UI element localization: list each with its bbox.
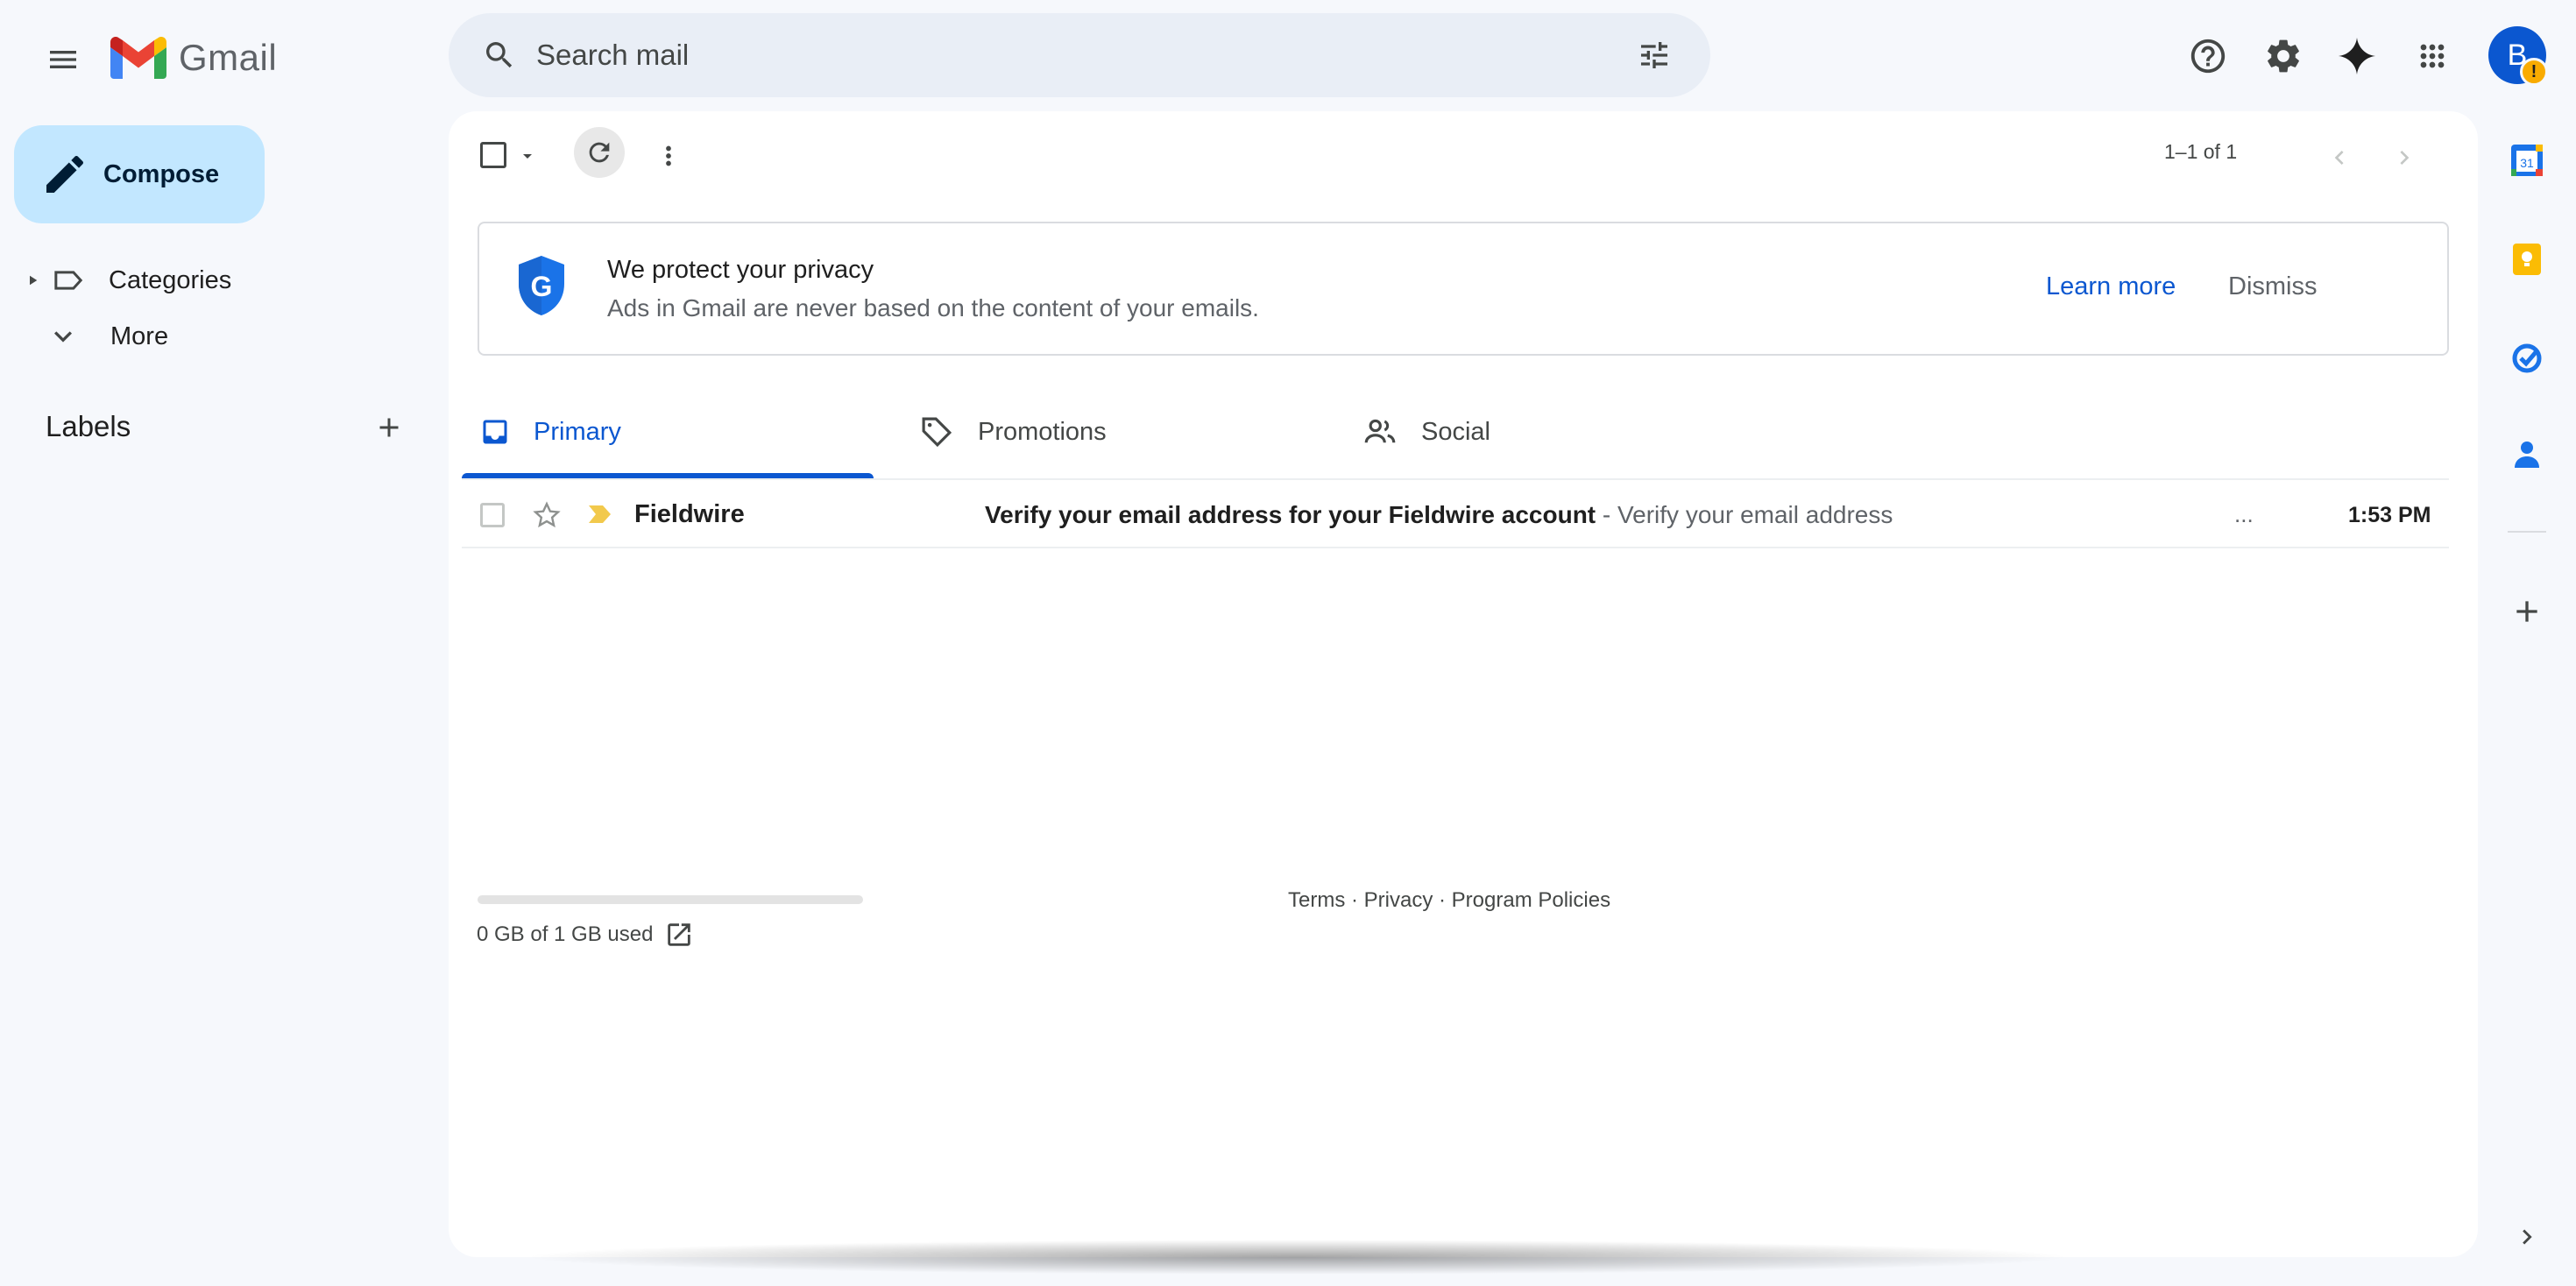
keep-icon <box>2513 244 2541 275</box>
settings-button[interactable] <box>2252 25 2315 88</box>
tab-label: Primary <box>534 417 621 446</box>
tab-label: Promotions <box>978 417 1107 446</box>
email-snippet-ellipsis: ... <box>2234 501 2254 527</box>
sidebar-item-label: Categories <box>109 265 232 294</box>
google-shield-icon: G <box>519 256 564 315</box>
tag-icon <box>922 417 952 448</box>
get-addons-button[interactable] <box>2502 587 2551 636</box>
more-actions-button[interactable] <box>644 131 693 180</box>
select-all-checkbox[interactable] <box>480 142 506 168</box>
more-vert-icon <box>666 145 671 166</box>
learn-more-link[interactable]: Learn more <box>2046 272 2176 301</box>
labels-heading: Labels <box>46 410 131 442</box>
sidebar-item-categories[interactable]: Categories <box>0 252 438 308</box>
app-name: Gmail <box>179 37 278 78</box>
search-bar[interactable]: Search mail <box>449 13 1710 97</box>
calendar-day: 31 <box>2520 156 2534 170</box>
tab-primary[interactable]: Primary <box>462 385 874 478</box>
open-in-new-icon[interactable] <box>664 920 694 950</box>
storage-progress-bar <box>478 895 863 904</box>
help-icon <box>2190 39 2226 74</box>
search-input[interactable]: Search mail <box>536 39 1623 72</box>
older-button[interactable] <box>2380 133 2429 182</box>
newer-button[interactable] <box>2315 133 2364 182</box>
tab-label: Social <box>1421 417 1490 446</box>
email-time: 1:53 PM <box>2348 503 2431 527</box>
chevron-left-icon <box>2334 151 2344 165</box>
caret-right-icon <box>30 275 38 286</box>
create-label-button[interactable] <box>364 403 414 452</box>
compose-button[interactable]: Compose <box>14 125 265 223</box>
tune-icon <box>1641 42 1667 68</box>
email-subject: Verify your email address for your Field… <box>985 501 1596 528</box>
sparkle-icon <box>2338 37 2376 75</box>
privacy-title: We protect your privacy <box>607 256 874 284</box>
support-button[interactable] <box>2176 25 2240 88</box>
tasks-icon <box>2512 343 2542 373</box>
label-icon <box>54 271 83 290</box>
calendar-app-button[interactable]: 31 <box>2502 136 2551 185</box>
search-icon <box>486 42 513 68</box>
account-warning-badge: ! <box>2520 58 2548 86</box>
tab-social[interactable]: Social <box>1346 385 1758 478</box>
gmail-m-icon <box>110 37 166 79</box>
pencil-icon <box>46 155 84 193</box>
show-side-panel-button[interactable] <box>2502 1212 2551 1261</box>
important-marker-icon[interactable] <box>587 505 612 524</box>
email-subject-line: Verify your email address for your Field… <box>985 501 1893 529</box>
hamburger-icon <box>50 51 76 68</box>
pagination-count: 1–1 of 1 <box>2164 140 2238 163</box>
chevron-right-icon <box>2523 1229 2532 1245</box>
gear-icon <box>2268 39 2299 73</box>
storage-usage: 0 GB of 1 GB used <box>477 922 654 946</box>
google-apps-button[interactable] <box>2401 25 2464 88</box>
contacts-app-button[interactable] <box>2502 429 2551 478</box>
tasks-app-button[interactable] <box>2502 333 2551 382</box>
refresh-icon <box>589 142 610 163</box>
calendar-icon: 31 <box>2511 145 2543 176</box>
contacts-icon <box>2515 442 2539 468</box>
gmail-logo[interactable]: Gmail <box>110 32 277 84</box>
select-caret-icon[interactable] <box>517 145 538 166</box>
plus-icon <box>2516 601 2537 622</box>
inbox-icon <box>483 420 507 444</box>
privacy-subtitle: Ads in Gmail are never based on the cont… <box>607 294 1259 322</box>
sidebar-item-more[interactable]: More <box>0 308 438 364</box>
search-button[interactable] <box>471 27 527 83</box>
plus-icon <box>379 418 399 437</box>
gemini-button[interactable] <box>2325 25 2388 88</box>
sidebar-item-label: More <box>110 322 169 350</box>
chevron-right-icon <box>2400 151 2410 165</box>
main-menu-button[interactable] <box>32 28 95 91</box>
search-options-button[interactable] <box>1623 24 1686 87</box>
keep-app-button[interactable] <box>2502 235 2551 284</box>
chevron-down-icon <box>54 331 72 343</box>
apps-grid-icon <box>2420 44 2445 68</box>
email-sender: Fieldwire <box>634 500 745 528</box>
side-panel-divider <box>2508 531 2546 533</box>
email-snippet: - Verify your email address <box>1596 501 1893 528</box>
dismiss-button[interactable]: Dismiss <box>2228 272 2318 301</box>
footer-links[interactable]: Terms · Privacy · Program Policies <box>1288 888 1610 913</box>
compose-label: Compose <box>103 159 220 188</box>
people-icon <box>1364 419 1396 443</box>
shield-letter: G <box>531 271 553 302</box>
tab-promotions[interactable]: Promotions <box>902 385 1314 478</box>
refresh-button[interactable] <box>574 127 625 178</box>
row-checkbox[interactable] <box>480 503 505 527</box>
star-icon[interactable] <box>531 499 563 531</box>
